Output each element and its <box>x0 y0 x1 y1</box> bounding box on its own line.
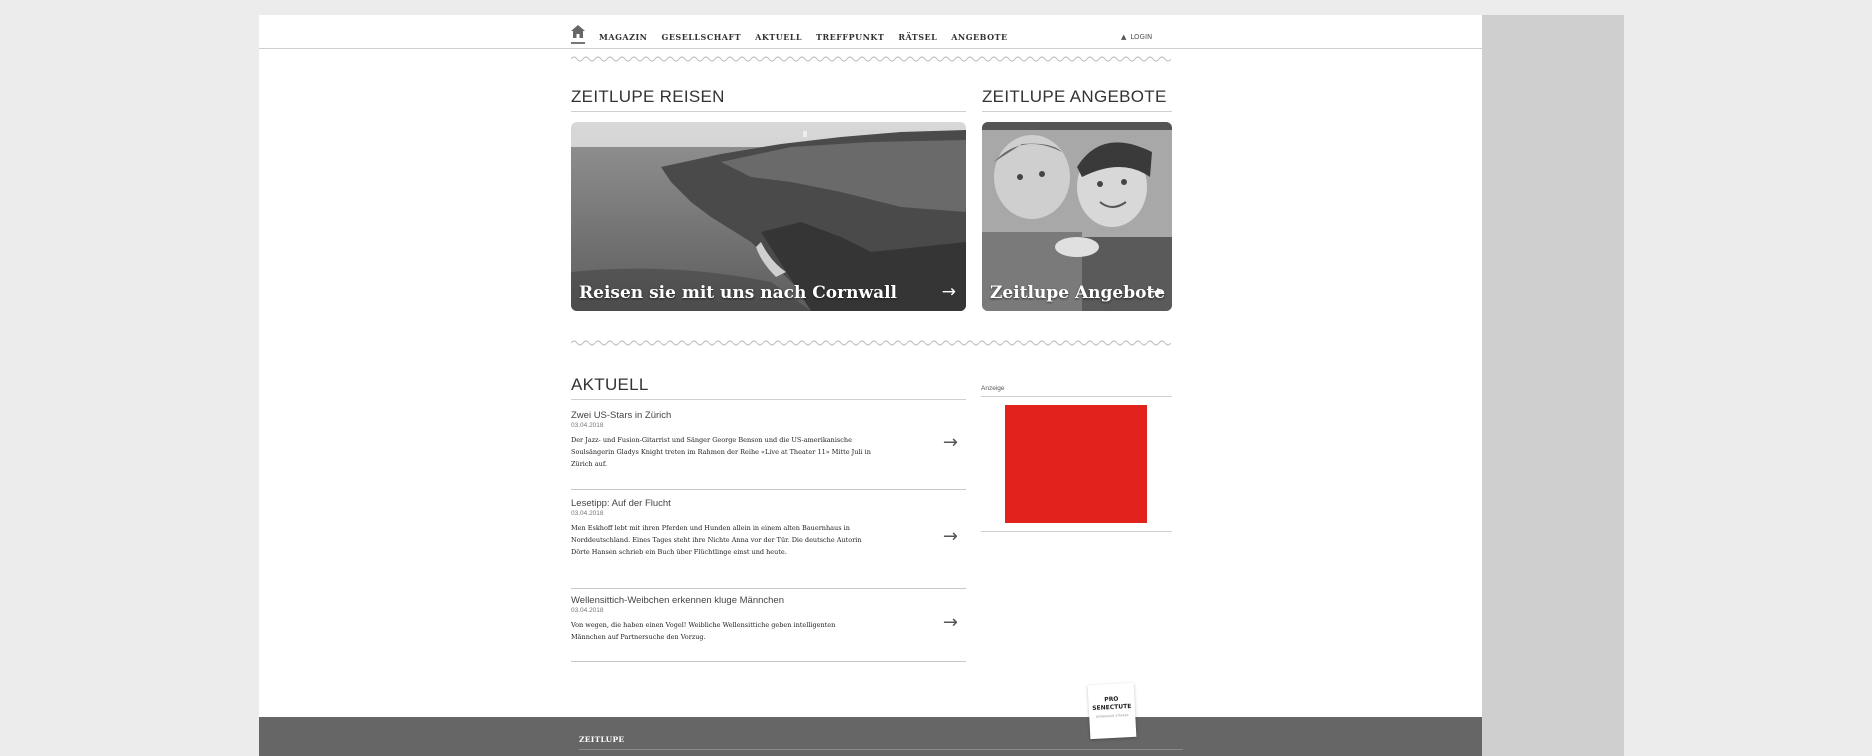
cornwall-caption: Reisen sie mit uns nach Cornwall <box>579 283 898 303</box>
divider <box>571 399 966 400</box>
arrow-right-icon[interactable]: → <box>943 432 958 453</box>
footer: ZEITLUPE <box>259 717 1482 756</box>
home-icon[interactable] <box>571 25 585 44</box>
nav-item-magazin[interactable]: MAGAZIN <box>599 32 648 42</box>
nav-item-angebote[interactable]: ANGEBOTE <box>951 32 1007 42</box>
wavy-divider <box>571 340 1171 346</box>
nav-item-gesellschaft[interactable]: GESELLSCHAFT <box>662 32 742 42</box>
login-label: LOGIN <box>1130 33 1153 41</box>
divider <box>571 111 966 112</box>
logo-subtitle: GEMEINSAM STÄRKER <box>1095 713 1129 719</box>
news-date: 03.04.2018 <box>571 510 604 517</box>
advertisement-box[interactable] <box>1005 405 1147 523</box>
news-date: 03.04.2018 <box>571 607 604 614</box>
nav-item-raetsel[interactable]: RÄTSEL <box>898 32 937 42</box>
login-link[interactable]: ▲ LOGIN <box>1121 32 1156 41</box>
angebote-section-title: ZEITLUPE ANGEBOTE <box>982 87 1167 106</box>
aktuell-section-title: AKTUELL <box>571 375 649 394</box>
footer-divider <box>579 749 1183 750</box>
news-teaser: Der Jazz- und Fusion-Gitarrist und Sänge… <box>571 436 871 468</box>
news-date: 03.04.2018 <box>571 422 604 429</box>
news-title[interactable]: Wellensittich-Weibchen erkennen kluge Mä… <box>571 595 966 606</box>
divider <box>982 111 1172 112</box>
nav-item-aktuell[interactable]: AKTUELL <box>755 32 802 42</box>
news-teaser: Von wegen, die haben einen Vogel! Weibli… <box>571 621 836 641</box>
news-title[interactable]: Lesetipp: Auf der Flucht <box>571 498 966 509</box>
news-item[interactable]: Wellensittich-Weibchen erkennen kluge Mä… <box>571 595 966 662</box>
arrow-right-icon: → <box>1147 282 1162 302</box>
angebote-card[interactable]: Zeitlupe Angebote → <box>982 122 1172 311</box>
angebote-caption: Zeitlupe Angebote <box>990 283 1166 303</box>
footer-brand[interactable]: ZEITLUPE <box>579 735 624 744</box>
news-title[interactable]: Zwei US-Stars in Zürich <box>571 410 966 421</box>
arrow-right-icon: → <box>941 282 956 302</box>
news-teaser: Men Eskhoff lebt mit ihren Pferden und H… <box>571 524 862 556</box>
user-icon: ▲ <box>1121 33 1127 41</box>
wavy-divider <box>571 56 1171 62</box>
logo-text-senectute: SENECTUTE <box>1092 702 1132 713</box>
top-navigation: MAGAZIN GESELLSCHAFT AKTUELL TREFFPUNKT … <box>259 15 1482 49</box>
reisen-section-title: ZEITLUPE REISEN <box>571 87 725 106</box>
arrow-right-icon[interactable]: → <box>943 526 958 547</box>
divider <box>981 396 1172 397</box>
nav-item-treffpunkt[interactable]: TREFFPUNKT <box>816 32 884 42</box>
pro-senectute-logo[interactable]: PRO SENECTUTE GEMEINSAM STÄRKER <box>1087 682 1137 740</box>
arrow-right-icon[interactable]: → <box>943 612 958 633</box>
cornwall-travel-card[interactable]: Reisen sie mit uns nach Cornwall → <box>571 122 966 311</box>
nav-menu: MAGAZIN GESELLSCHAFT AKTUELL TREFFPUNKT … <box>599 32 1008 42</box>
news-item[interactable]: Lesetipp: Auf der Flucht 03.04.2018 Men … <box>571 498 966 589</box>
divider <box>981 531 1172 532</box>
news-item[interactable]: Zwei US-Stars in Zürich 03.04.2018 Der J… <box>571 410 966 490</box>
page: MAGAZIN GESELLSCHAFT AKTUELL TREFFPUNKT … <box>259 15 1482 756</box>
right-gutter <box>1482 15 1624 756</box>
ad-label: Anzeige <box>981 385 1005 392</box>
